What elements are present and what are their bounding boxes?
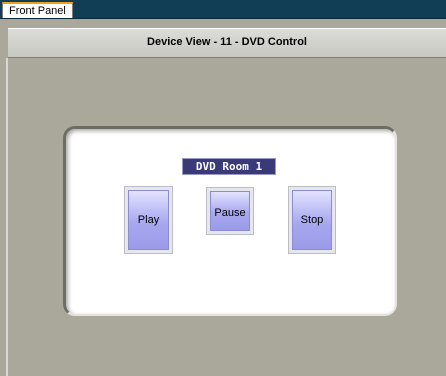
stop-button[interactable]: Stop [288,186,336,254]
panel-divider [6,58,8,376]
stop-button-label: Stop [292,190,332,250]
room-label: DVD Room 1 [182,158,276,175]
tab-bar: Front Panel [0,0,446,19]
tab-front-panel[interactable]: Front Panel [2,2,73,18]
pause-button-label: Pause [210,191,250,231]
pause-button[interactable]: Pause [206,187,254,235]
device-view-header: Device View - 11 - DVD Control [8,28,446,58]
play-button[interactable]: Play [124,186,173,254]
play-button-label: Play [128,190,169,250]
page-title: Device View - 11 - DVD Control [147,36,307,48]
